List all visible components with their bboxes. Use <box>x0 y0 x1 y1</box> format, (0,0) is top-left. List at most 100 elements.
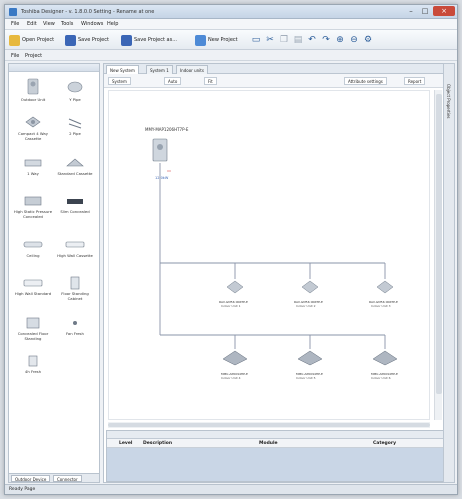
menu-file[interactable]: File <box>11 21 19 27</box>
palette-item-4h-fresh[interactable]: 4h Fresh <box>13 354 53 374</box>
wall-unit-icon <box>65 241 85 248</box>
palette-header <box>9 64 99 72</box>
palette-item-slim-concealed[interactable]: Slim Concealed <box>55 194 95 214</box>
fit-button[interactable]: Fit <box>204 77 217 85</box>
attribute-settings-button[interactable]: Attribute settings <box>344 77 387 85</box>
print-icon[interactable]: ▭ <box>251 35 261 45</box>
outdoor-unit-node[interactable]: MMY-MAP1206HT7P-E 12.0kW <box>145 127 189 180</box>
settings-icon[interactable]: ⚙ <box>363 35 373 45</box>
new-project-button[interactable]: New Project <box>195 33 238 47</box>
palette-item-high-wall-cassette[interactable]: High Wall Cassette <box>55 238 95 258</box>
vertical-scroll-thumb[interactable] <box>436 94 442 394</box>
minimize-button[interactable]: – <box>405 6 417 16</box>
open-project-button[interactable]: Open Project <box>9 33 54 47</box>
refrigerant-pipes <box>159 163 386 349</box>
outdoor-unit-capacity: 12.0kW <box>155 176 169 180</box>
report-button[interactable]: Report <box>404 77 426 85</box>
outdoor-unit-icon <box>27 78 39 95</box>
piping-diagram[interactable]: MMY-MAP1206HT7P-E 12.0kW RAV-GM56 0KRTP-… <box>108 90 430 420</box>
outdoor-unit-name: MMY-MAP1206HT7P-E <box>145 127 189 132</box>
indoor-unit-top-1[interactable]: RAV-GM56 0KRTP-E Indoor Unit 1 <box>219 280 248 308</box>
svg-text:Indoor Unit 5: Indoor Unit 5 <box>296 376 316 380</box>
design-canvas-panel: New System System 1 Indoor units System … <box>103 63 445 483</box>
messages-table-header: Level Description Module Category <box>107 439 443 448</box>
subtab-project[interactable]: Project <box>25 53 42 59</box>
standard-cassette-icon <box>66 158 84 167</box>
window-title: Toshiba Designer - v. 1.8.0.0 Setting - … <box>21 9 155 15</box>
palette-item-high-static-concealed[interactable]: High Static Pressure Concealed <box>13 194 53 219</box>
system-button[interactable]: System <box>108 77 131 85</box>
wall-standard-icon <box>23 279 43 287</box>
menu-help[interactable]: Help <box>107 21 118 27</box>
messages-panel-title <box>107 431 443 439</box>
one-way-cassette-icon <box>24 159 42 167</box>
svg-text:Indoor Unit 3: Indoor Unit 3 <box>371 304 391 308</box>
y-pipe-icon <box>67 81 83 93</box>
col-category[interactable]: Category <box>373 441 396 446</box>
palette-item-fan-fresh[interactable]: Fan Fresh <box>55 316 95 336</box>
tab-new-system[interactable]: New System <box>106 65 139 74</box>
subtab-file[interactable]: File <box>11 53 19 59</box>
properties-side-tab[interactable]: Object Properties <box>443 63 455 483</box>
zoom-out-icon[interactable]: ⊖ <box>349 35 359 45</box>
svg-text:Indoor Unit 4: Indoor Unit 4 <box>221 376 241 380</box>
save-project-as-button[interactable]: Save Project as... <box>121 33 177 47</box>
palette-item-high-wall-standard[interactable]: High Wall Standard <box>13 276 53 296</box>
palette-item-floor-standing-cabinet[interactable]: Floor Standing Cabinet <box>55 276 95 301</box>
main-toolbar: Open Project Save Project Save Project a… <box>5 30 457 50</box>
palette-item-concealed-floor-standing[interactable]: Concealed Floor Standing <box>13 316 53 341</box>
cut-icon[interactable]: ✂ <box>265 35 275 45</box>
indoor-unit-bottom-2[interactable]: MMU-AP0094HP-E Indoor Unit 5 <box>296 350 323 380</box>
col-level[interactable]: Level <box>119 441 132 446</box>
floor-cabinet-icon <box>70 276 80 290</box>
menu-tools[interactable]: Tools <box>61 21 73 27</box>
tab-indoor-units[interactable]: Indoor units <box>176 65 208 74</box>
indoor-unit-bottom-3[interactable]: MMU-AP0094HP-E Indoor Unit 6 <box>371 350 398 380</box>
redo-icon[interactable]: ↷ <box>321 35 331 45</box>
auto-button[interactable]: Auto <box>164 77 182 85</box>
copy-icon[interactable]: ❐ <box>279 35 289 45</box>
col-module[interactable]: Module <box>259 441 278 446</box>
palette-item-compact-cassette[interactable]: Compact 4 Way Cassette <box>13 114 53 141</box>
tab-system-1[interactable]: System 1 <box>146 65 173 74</box>
horizontal-scroll-thumb[interactable] <box>108 423 430 427</box>
palette-tab-outdoor-device[interactable]: Outdoor Device <box>11 475 51 482</box>
indoor-unit-bottom-1[interactable]: MMU-AP0094HP-E Indoor Unit 4 <box>221 350 248 380</box>
save-project-button[interactable]: Save Project <box>65 33 109 47</box>
save-as-icon <box>121 34 132 46</box>
undo-icon[interactable]: ↶ <box>307 35 317 45</box>
pipe-icon <box>68 118 82 129</box>
fan-fresh-icon <box>73 321 77 325</box>
title-bar: Toshiba Designer - v. 1.8.0.0 Setting - … <box>5 5 457 19</box>
palette-item-outdoor-unit[interactable]: Outdoor Unit <box>13 78 53 102</box>
palette-item-1-way[interactable]: 1 Way <box>13 156 53 176</box>
secondary-menu: File Project <box>5 50 457 61</box>
maximize-button[interactable]: □ <box>419 6 431 16</box>
close-button[interactable]: × <box>433 6 455 16</box>
status-bar: Ready Page <box>5 484 457 494</box>
col-description[interactable]: Description <box>143 441 172 446</box>
menu-windows[interactable]: Windows <box>81 21 103 27</box>
paste-icon[interactable]: ▤ <box>293 35 303 45</box>
device-palette: Outdoor Unit Y Pipe Compact 4 Way Casset… <box>8 63 100 483</box>
palette-item-2-pipe[interactable]: 2 Pipe <box>55 114 95 136</box>
zoom-in-icon[interactable]: ⊕ <box>335 35 345 45</box>
palette-item-y-pipe[interactable]: Y Pipe <box>55 78 95 102</box>
canvas-toolbar: System Auto Fit Attribute settings Repor… <box>104 74 444 88</box>
palette-item-standard-cassette[interactable]: Standard Cassette <box>55 156 95 176</box>
svg-text:Indoor Unit 2: Indoor Unit 2 <box>296 304 316 308</box>
indoor-unit-top-3[interactable]: RAV-GM56 0KRTP-E Indoor Unit 3 <box>369 280 398 308</box>
palette-tab-connector[interactable]: Connector <box>53 475 82 482</box>
canvas-vertical-scrollbar[interactable] <box>434 90 442 420</box>
messages-panel: Level Description Module Category <box>106 430 444 482</box>
palette-item-ceiling[interactable]: Ceiling <box>13 238 53 258</box>
new-document-icon <box>195 34 206 46</box>
indoor-unit-top-2[interactable]: RAV-GM56 0KRTP-E Indoor Unit 2 <box>294 280 323 308</box>
menu-view[interactable]: View <box>43 21 55 27</box>
menu-edit[interactable]: Edit <box>27 21 37 27</box>
canvas-horizontal-scrollbar[interactable] <box>108 422 430 428</box>
svg-text:Indoor Unit 6: Indoor Unit 6 <box>371 376 391 380</box>
diagram-svg: MMY-MAP1206HT7P-E 12.0kW RAV-GM56 0KRTP-… <box>145 127 398 380</box>
slim-duct-icon <box>67 199 83 204</box>
app-icon <box>9 8 17 16</box>
